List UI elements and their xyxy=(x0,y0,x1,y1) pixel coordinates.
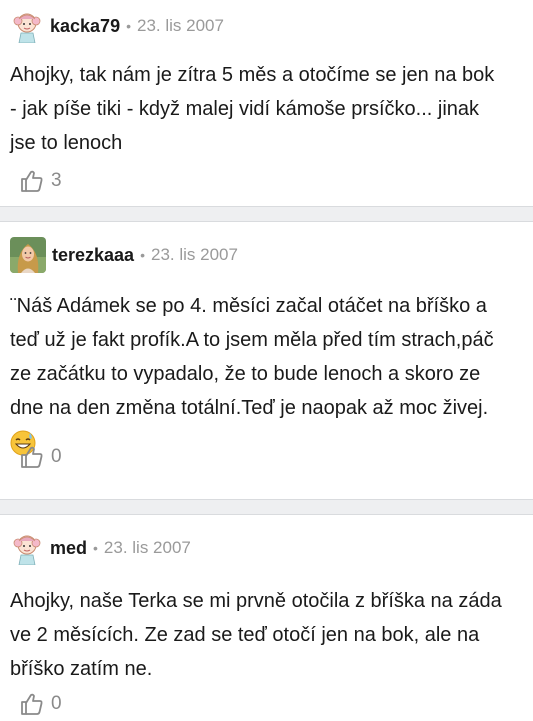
author-name[interactable]: terezkaaa xyxy=(52,245,134,266)
like-row: 0 xyxy=(0,691,62,717)
author-name[interactable]: med xyxy=(50,538,87,559)
comment-post: kacka79 • 23. lis 2007 Ahojky, tak nám j… xyxy=(0,0,533,206)
post-text-line: dne na den změna totální.Teď je naopak a… xyxy=(10,397,489,419)
avatar[interactable] xyxy=(10,531,44,565)
post-divider xyxy=(0,499,533,515)
like-count: 0 xyxy=(51,446,62,467)
meta-separator: • xyxy=(140,247,145,263)
post-body: Ahojky, naše Terka se mi prvně otočila z… xyxy=(0,581,533,686)
thumbs-up-icon[interactable] xyxy=(19,691,45,717)
post-date: 23. lis 2007 xyxy=(136,16,224,35)
like-row: 0 xyxy=(0,444,62,470)
post-text-line: ze začátku to vypadalo, že to bude lenoc… xyxy=(10,363,481,385)
meta-separator: • xyxy=(126,18,131,34)
comment-post: terezkaaa • 23. lis 2007 ¨Náš Adámek se … xyxy=(0,222,533,499)
post-date: 23. lis 2007 xyxy=(103,538,191,557)
meta-separator: • xyxy=(93,540,98,556)
post-header: med • 23. lis 2007 xyxy=(0,515,533,581)
thumbs-up-icon[interactable] xyxy=(19,444,45,470)
like-count: 3 xyxy=(51,170,62,191)
thumbs-up-icon[interactable] xyxy=(19,168,45,194)
post-text-line: ve 2 měsících. Ze zad se teď otočí jen n… xyxy=(10,624,480,646)
post-date: 23. lis 2007 xyxy=(150,245,238,264)
like-count: 0 xyxy=(51,693,62,714)
post-text-line: teď už je fakt profík.A to jsem měla pře… xyxy=(10,329,494,351)
cartoon-girl-avatar-icon xyxy=(10,9,44,43)
post-text-line: jse to lenoch xyxy=(10,132,123,154)
author-name[interactable]: kacka79 xyxy=(50,16,120,37)
photo-avatar-woman-icon xyxy=(10,237,46,273)
post-text-line: bříško zatím ne. xyxy=(10,658,153,680)
avatar[interactable] xyxy=(10,9,44,43)
post-emoji-line xyxy=(0,425,533,459)
post-header: kacka79 • 23. lis 2007 xyxy=(0,0,533,52)
post-text-line: - jak píše tiki - když malej vidí kámoše… xyxy=(10,98,480,120)
post-body: Ahojky, tak nám je zítra 5 měs a otočíme… xyxy=(0,52,533,160)
post-body: ¨Náš Adámek se po 4. měsíci začal otáčet… xyxy=(0,288,533,459)
comment-post: med • 23. lis 2007 Ahojky, naše Terka se… xyxy=(0,515,533,721)
avatar[interactable] xyxy=(10,237,46,273)
post-divider xyxy=(0,206,533,222)
cartoon-girl-avatar-icon xyxy=(10,531,44,565)
post-text-line: Ahojky, tak nám je zítra 5 měs a otočíme… xyxy=(10,64,495,86)
post-header: terezkaaa • 23. lis 2007 xyxy=(0,222,533,288)
like-row: 3 xyxy=(0,168,62,194)
post-text-line: ¨Náš Adámek se po 4. měsíci začal otáčet… xyxy=(10,295,487,317)
post-text-line: Ahojky, naše Terka se mi prvně otočila z… xyxy=(10,590,502,612)
